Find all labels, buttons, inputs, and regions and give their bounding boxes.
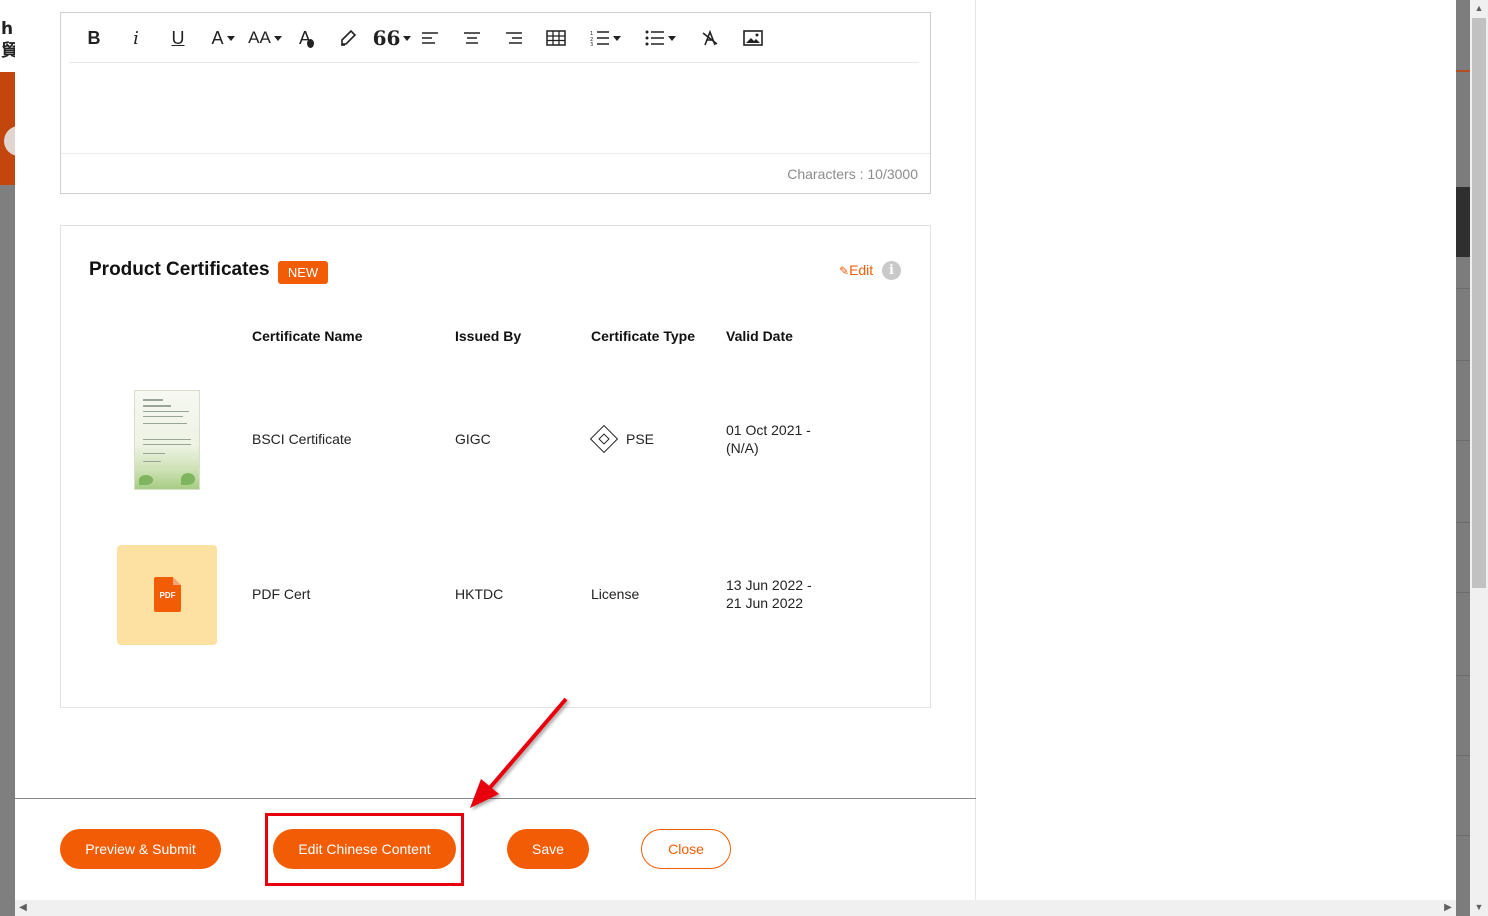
scroll-up-icon[interactable]: ▲: [1470, 0, 1488, 17]
valid-date-to: (N/A): [726, 440, 759, 456]
character-count: Characters : 10/3000: [787, 166, 918, 182]
pse-mark-icon: [589, 424, 619, 454]
background-side-tab: [1456, 187, 1470, 257]
thumb-line: [143, 405, 171, 407]
column-header-valid-date: Valid Date: [726, 328, 793, 344]
pdf-fold: [173, 577, 181, 585]
background-divider: [1456, 288, 1470, 289]
numbered-list-icon[interactable]: 123: [587, 25, 623, 51]
section-title: Product Certificates: [89, 259, 270, 280]
thumb-line: [143, 439, 191, 440]
svg-text:3: 3: [590, 42, 593, 46]
scroll-down-icon[interactable]: ▼: [1470, 899, 1488, 916]
certificate-issuer: HKTDC: [455, 586, 504, 602]
rich-text-editor: B i U A AA A 66 1 2 3 Characters: 10/30…: [60, 12, 931, 194]
quote-glyph: 66: [372, 26, 401, 50]
align-center-icon[interactable]: [461, 25, 483, 51]
quote-icon[interactable]: 66: [372, 25, 409, 51]
certificate-thumbnail[interactable]: [134, 390, 200, 490]
align-left-icon[interactable]: [419, 25, 441, 51]
thumb-line: [143, 461, 161, 462]
thumb-line: [143, 423, 187, 424]
font-size-icon[interactable]: AA: [247, 25, 283, 51]
ink-drop-icon: [307, 39, 314, 48]
edit-product-modal: B i U A AA A 66 1 2 3 Characters: 10/30…: [15, 0, 1456, 900]
text-color-icon[interactable]: A: [295, 25, 315, 51]
scroll-right-icon[interactable]: ▶: [1440, 900, 1456, 916]
certificate-issuer: GIGC: [455, 431, 491, 447]
editor-toolbar: B i U A AA A 66 1 2 3: [69, 13, 919, 63]
background-banner: [0, 72, 15, 185]
image-icon[interactable]: [741, 25, 765, 51]
font-color-glyph: A: [211, 27, 224, 48]
highlighter-icon[interactable]: [337, 25, 359, 51]
editor-content-area[interactable]: [61, 63, 930, 153]
footer-divider: [15, 798, 976, 799]
pencil-icon: ✎: [839, 264, 850, 278]
thumb-line: [143, 444, 191, 445]
thumb-line: [143, 453, 165, 454]
underline-icon[interactable]: U: [169, 25, 187, 51]
info-icon[interactable]: i: [882, 261, 901, 280]
scrollbar-thumb[interactable]: [1472, 18, 1486, 588]
align-right-icon[interactable]: [503, 25, 525, 51]
highlight-annotation-box: [265, 813, 464, 886]
certificate-name: BSCI Certificate: [252, 431, 352, 447]
edit-certificates-link[interactable]: ✎Edit: [839, 262, 873, 278]
scroll-left-icon[interactable]: ◀: [15, 900, 31, 916]
new-badge: NEW: [278, 261, 328, 284]
certificate-name: PDF Cert: [252, 586, 311, 602]
background-divider: [1456, 522, 1470, 523]
leaf-decoration: [181, 473, 195, 485]
font-color-icon[interactable]: A: [207, 25, 239, 51]
font-size-glyph: AA: [248, 28, 271, 47]
background-header-strip: [1456, 0, 1470, 72]
pdf-file-icon: PDF: [154, 577, 181, 612]
pse-mark-inner: [598, 433, 610, 445]
close-button[interactable]: Close: [641, 829, 731, 869]
column-header-issued-by: Issued By: [455, 328, 522, 344]
certificate-type: PSE: [626, 431, 655, 447]
vertical-scrollbar[interactable]: ▲ ▼: [1470, 0, 1488, 916]
edit-label: Edit: [849, 262, 874, 278]
background-divider: [1456, 755, 1470, 756]
background-avatar: [4, 126, 15, 156]
pdf-thumbnail[interactable]: PDF: [117, 545, 217, 645]
valid-date-to: 21 Jun 2022: [726, 595, 804, 611]
certificate-type: License: [591, 586, 640, 602]
horizontal-scrollbar[interactable]: ◀ ▶: [15, 900, 1456, 916]
thumb-line: [143, 399, 163, 401]
background-page-left: h 貿: [0, 0, 15, 916]
leaf-decoration: [139, 475, 153, 485]
modal-divider: [975, 0, 976, 900]
background-logo-area: h 貿: [0, 0, 15, 72]
valid-date-from: 01 Oct 2021 -: [726, 422, 811, 438]
save-button[interactable]: Save: [507, 829, 589, 869]
clear-format-icon[interactable]: [699, 25, 721, 51]
background-divider: [1456, 675, 1470, 676]
bold-icon[interactable]: B: [85, 25, 103, 51]
italic-icon[interactable]: i: [127, 25, 145, 51]
column-header-certificate-type: Certificate Type: [591, 328, 695, 344]
product-certificates-panel: Product Certificates NEW ✎Edit i Certifi…: [60, 225, 931, 708]
column-header-certificate-name: Certificate Name: [252, 328, 363, 344]
table-icon[interactable]: [545, 25, 567, 51]
valid-date-from: 13 Jun 2022 -: [726, 577, 812, 593]
bulleted-list-icon[interactable]: [641, 25, 679, 51]
background-divider: [1456, 835, 1470, 836]
editor-status-bar: Characters : 10/3000: [61, 153, 930, 194]
background-logo-text: h 貿: [1, 19, 15, 61]
thumb-line: [143, 411, 189, 412]
background-divider: [1456, 440, 1470, 441]
background-divider: [1456, 360, 1470, 361]
preview-submit-button[interactable]: Preview & Submit: [60, 829, 221, 869]
pdf-label: PDF: [159, 591, 176, 600]
background-divider: [1456, 592, 1470, 593]
thumb-line: [143, 416, 183, 417]
